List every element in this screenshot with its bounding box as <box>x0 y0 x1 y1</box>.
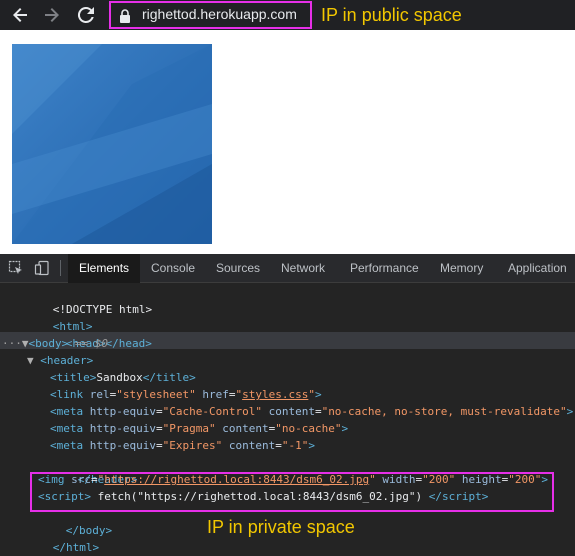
devtools-panel: Elements Console Sources Network Perform… <box>0 254 575 556</box>
dom-line-header-open[interactable]: ▼ <header> <box>27 352 93 369</box>
dom-line-title[interactable]: <title>Sandbox</title> <box>50 369 196 386</box>
forward-arrow-icon[interactable] <box>40 3 64 27</box>
device-toolbar-icon[interactable] <box>34 260 50 276</box>
dom-line-meta-cache-control[interactable]: <meta http-equiv="Cache-Control" content… <box>50 403 573 420</box>
dom-line-meta-expires[interactable]: <meta http-equiv="Expires" content="-1"> <box>50 437 315 454</box>
dom-line-head[interactable]: <head></head> <box>26 318 152 350</box>
dom-line-meta-pragma[interactable]: <meta http-equiv="Pragma" content="no-ca… <box>50 420 348 437</box>
dom-line-html-open[interactable]: <html> <box>13 301 93 333</box>
dom-line-doctype[interactable]: <!DOCTYPE html> <box>13 284 152 316</box>
annotation-public-ip: IP in public space <box>321 5 462 25</box>
tab-console[interactable]: Console <box>151 254 195 283</box>
tab-divider <box>60 260 61 276</box>
private-ip-highlight-box <box>30 472 554 512</box>
dom-line-link[interactable]: <link rel="stylesheet" href="styles.css"… <box>50 386 322 403</box>
annotation-private-ip: IP in private space <box>207 517 355 537</box>
back-arrow-icon[interactable] <box>8 3 32 27</box>
address-bar[interactable]: righettod.herokuapp.com <box>109 1 312 29</box>
stylesheet-link[interactable]: styles.css <box>242 388 308 401</box>
devtools-tab-bar: Elements Console Sources Network Perform… <box>0 254 575 283</box>
browser-toolbar: righettod.herokuapp.com IP in public spa… <box>0 0 575 30</box>
elements-dom-tree: <!DOCTYPE html> <html> <head></head> ···… <box>0 284 575 556</box>
reload-icon[interactable] <box>74 3 98 27</box>
dom-line-header-close[interactable]: </header> <box>38 454 138 486</box>
tab-network[interactable]: Network <box>281 254 325 283</box>
tab-sources[interactable]: Sources <box>216 254 260 283</box>
tab-application[interactable]: Application <box>508 254 567 283</box>
dom-line-body-open[interactable]: ···▼<body> == $0 <box>2 335 108 352</box>
tab-memory[interactable]: Memory <box>440 254 483 283</box>
selected-node-marker: == $0 <box>74 337 108 350</box>
tab-performance[interactable]: Performance <box>350 254 419 283</box>
url-text: righettod.herokuapp.com <box>142 6 297 22</box>
lock-icon <box>119 8 131 23</box>
tab-elements[interactable]: Elements <box>68 254 141 283</box>
page-viewport <box>0 30 575 254</box>
dom-line-html-close[interactable]: </html> <box>13 522 99 554</box>
inspect-element-icon[interactable] <box>8 260 24 276</box>
dsm-wallpaper-image <box>12 44 212 244</box>
